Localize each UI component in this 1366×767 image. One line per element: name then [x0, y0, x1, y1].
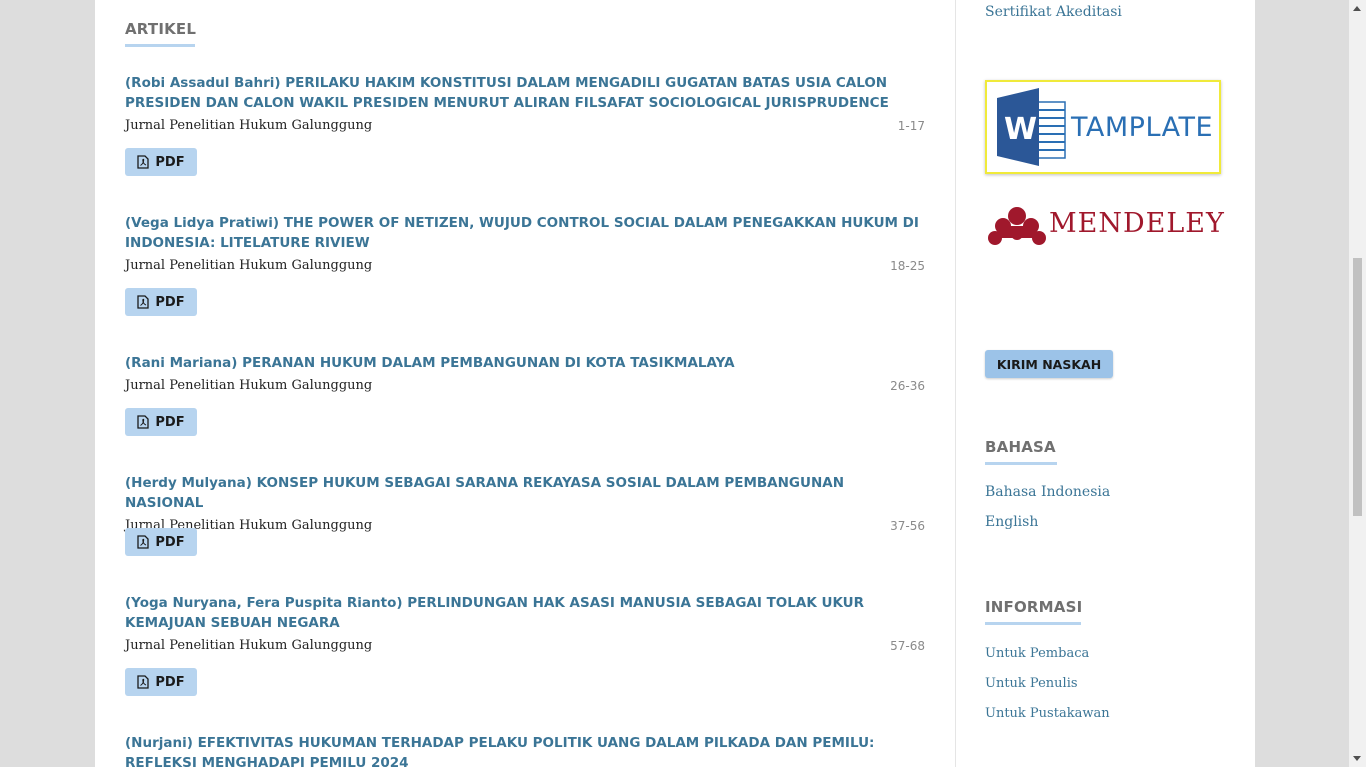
section-title-bahasa: BAHASA — [985, 438, 1056, 456]
word-logo-icon: W — [997, 88, 1066, 166]
vertical-scrollbar[interactable] — [1349, 0, 1366, 767]
mendeley-banner-text: MENDELEY — [1049, 208, 1225, 239]
article-item: (Vega Lidya Pratiwi) THE POWER OF NETIZE… — [125, 213, 925, 316]
pdf-button-label: PDF — [155, 294, 185, 310]
page-content: ARTIKEL (Robi Assadul Bahri) PERILAKU HA… — [95, 0, 1255, 767]
pdf-button-label: PDF — [155, 534, 185, 550]
article-title-link[interactable]: (Herdy Mulyana) KONSEP HUKUM SEBAGAI SAR… — [125, 473, 925, 513]
article-item: (Rani Mariana) PERANAN HUKUM DALAM PEMBA… — [125, 353, 925, 436]
article-meta: Jurnal Penelitian Hukum Galunggung 37-56 — [125, 517, 925, 537]
article-journal: Jurnal Penelitian Hukum Galunggung — [125, 638, 373, 653]
mendeley-logo-icon — [988, 207, 1046, 245]
article-title-link[interactable]: (Yoga Nuryana, Fera Puspita Rianto) PERL… — [125, 593, 925, 633]
article-pages: 57-68 — [890, 639, 925, 653]
info-link-penulis[interactable]: Untuk Penulis — [985, 676, 1078, 691]
article-journal: Jurnal Penelitian Hukum Galunggung — [125, 378, 373, 393]
article-title-link[interactable]: (Vega Lidya Pratiwi) THE POWER OF NETIZE… — [125, 213, 925, 253]
article-pages: 18-25 — [890, 259, 925, 273]
article-item: (Herdy Mulyana) KONSEP HUKUM SEBAGAI SAR… — [125, 473, 925, 556]
section-title-artikel: ARTIKEL — [125, 20, 197, 38]
section-underline — [985, 462, 1057, 465]
pdf-button-label: PDF — [155, 674, 185, 690]
article-title-link[interactable]: (Rani Mariana) PERANAN HUKUM DALAM PEMBA… — [125, 353, 925, 373]
article-item: (Yoga Nuryana, Fera Puspita Rianto) PERL… — [125, 593, 925, 696]
svg-text:W: W — [1004, 112, 1037, 147]
article-meta: Jurnal Penelitian Hukum Galunggung 18-25 — [125, 257, 925, 277]
info-link-pembaca[interactable]: Untuk Pembaca — [985, 646, 1089, 661]
file-pdf-icon — [137, 155, 150, 169]
informasi-section-header: INFORMASI — [985, 598, 1082, 625]
article-title-link[interactable]: (Nurjani) EFEKTIVITAS HUKUMAN TERHADAP P… — [125, 733, 925, 767]
article-journal: Jurnal Penelitian Hukum Galunggung — [125, 258, 373, 273]
file-pdf-icon — [137, 415, 150, 429]
articles-section-header: ARTIKEL — [125, 20, 196, 47]
article-journal: Jurnal Penelitian Hukum Galunggung — [125, 118, 373, 133]
file-pdf-icon — [137, 535, 150, 549]
pdf-button[interactable]: PDF — [125, 148, 197, 176]
article-pages: 26-36 — [890, 379, 925, 393]
template-banner-text: TAMPLATE — [1071, 112, 1214, 143]
section-title-informasi: INFORMASI — [985, 598, 1083, 616]
article-meta: Jurnal Penelitian Hukum Galunggung 1-17 — [125, 117, 925, 137]
article-meta: Jurnal Penelitian Hukum Galunggung 26-36 — [125, 377, 925, 397]
section-underline — [125, 44, 195, 47]
template-banner[interactable]: W TAMPLATE — [985, 80, 1221, 174]
kirim-naskah-button[interactable]: KIRIM NASKAH — [985, 350, 1113, 378]
scroll-up-arrow-icon[interactable] — [1353, 6, 1361, 11]
pdf-button[interactable]: PDF — [125, 528, 197, 556]
pdf-button[interactable]: PDF — [125, 408, 197, 436]
mendeley-banner[interactable]: MENDELEY — [985, 202, 1225, 250]
pdf-button-label: PDF — [155, 414, 185, 430]
article-pages: 37-56 — [890, 519, 925, 533]
file-pdf-icon — [137, 295, 150, 309]
scrollbar-thumb[interactable] — [1353, 258, 1362, 516]
info-link-pustakawan[interactable]: Untuk Pustakawan — [985, 706, 1110, 721]
sertifikat-akreditasi-link[interactable]: Sertifikat Akeditasi — [985, 4, 1122, 20]
file-pdf-icon — [137, 675, 150, 689]
article-pages: 1-17 — [897, 119, 925, 133]
article-title-link[interactable]: (Robi Assadul Bahri) PERILAKU HAKIM KONS… — [125, 73, 925, 113]
article-item: (Nurjani) EFEKTIVITAS HUKUMAN TERHADAP P… — [125, 733, 925, 767]
pdf-button[interactable]: PDF — [125, 668, 197, 696]
bahasa-section-header: BAHASA — [985, 438, 1057, 465]
column-divider — [955, 0, 956, 767]
article-item: (Robi Assadul Bahri) PERILAKU HAKIM KONS… — [125, 73, 925, 176]
language-link-english[interactable]: English — [985, 514, 1038, 530]
scroll-down-arrow-icon[interactable] — [1353, 756, 1361, 761]
section-underline — [985, 622, 1081, 625]
pdf-button[interactable]: PDF — [125, 288, 197, 316]
language-link-indonesia[interactable]: Bahasa Indonesia — [985, 484, 1110, 500]
article-meta: Jurnal Penelitian Hukum Galunggung 57-68 — [125, 637, 925, 657]
pdf-button-label: PDF — [155, 154, 185, 170]
